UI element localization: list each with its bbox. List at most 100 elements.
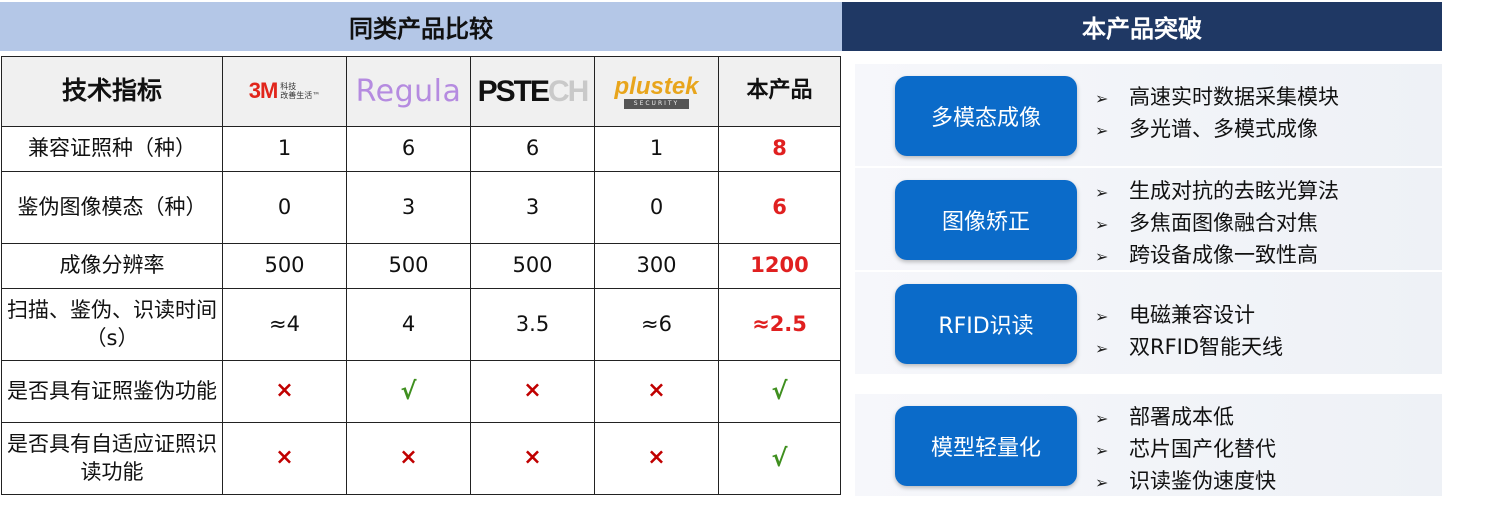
ours-value-cell: √ bbox=[718, 422, 841, 495]
plustek-wordmark: plustek bbox=[614, 73, 699, 101]
feature-pill-rfid-reading: RFID识读 bbox=[895, 284, 1077, 364]
cross-icon: × bbox=[647, 378, 666, 404]
metric-label: 鉴伪图像模态（种） bbox=[17, 194, 207, 219]
value-text: 6 bbox=[401, 136, 416, 161]
value-text: 0 bbox=[277, 194, 292, 219]
feature-bullet-text: 多光谱、多模式成像 bbox=[1129, 117, 1318, 141]
value-text: 0 bbox=[649, 194, 664, 219]
cross-icon: × bbox=[523, 378, 542, 404]
metric-cell: 鉴伪图像模态（种） bbox=[1, 171, 223, 244]
ours-value-cell: 6 bbox=[718, 171, 841, 244]
plustek-value-cell: 300 bbox=[594, 243, 719, 289]
arrow-bullet-icon: ➢ bbox=[1095, 441, 1109, 460]
pstech-bold: PSTE bbox=[477, 75, 550, 108]
cross-icon: × bbox=[399, 445, 418, 471]
breakthrough-title: 本产品突破 bbox=[842, 2, 1442, 51]
arrow-bullet-icon: ➢ bbox=[1095, 473, 1109, 492]
table-row-time: 扫描、鉴伪、识读时间（s） ≈4 4 3.5 ≈6 ≈2.5 bbox=[1, 288, 841, 361]
check-icon: √ bbox=[771, 376, 788, 405]
feature-bullet-text: 跨设备成像一致性高 bbox=[1129, 243, 1318, 267]
check-icon: √ bbox=[400, 376, 417, 405]
regula-wordmark: Regula bbox=[355, 74, 462, 109]
value-text: 300 bbox=[636, 253, 677, 278]
value-text: 3 bbox=[525, 194, 540, 219]
value-text: 6 bbox=[525, 136, 540, 161]
table-row-anti-fake: 是否具有证照鉴伪功能 × √ × × √ bbox=[1, 360, 841, 423]
arrow-bullet-icon: ➢ bbox=[1095, 121, 1109, 140]
pstech-value-cell: 500 bbox=[470, 243, 595, 289]
3m-value-cell: 0 bbox=[222, 171, 347, 244]
feature-bullet-text: 芯片国产化替代 bbox=[1129, 437, 1276, 461]
plustek-subtitle: SECURITY bbox=[623, 99, 690, 109]
feature-pill-model-lightweight: 模型轻量化 bbox=[895, 406, 1077, 486]
cross-icon: × bbox=[275, 445, 294, 471]
metric-cell: 是否具有证照鉴伪功能 bbox=[1, 360, 223, 423]
cross-icon: × bbox=[523, 445, 542, 471]
feature-bullet-item: ➢ 部署成本低 bbox=[1095, 402, 1276, 434]
feature-bullet-item: ➢ 高速实时数据采集模块 bbox=[1095, 82, 1339, 114]
arrow-bullet-icon: ➢ bbox=[1095, 409, 1109, 428]
feature-block-multimodal-imaging: 多模态成像 ➢ 高速实时数据采集模块 ➢ 多光谱、多模式成像 bbox=[855, 64, 1442, 166]
pstech-value-cell: × bbox=[470, 422, 595, 495]
breakthrough-panel: 多模态成像 ➢ 高速实时数据采集模块 ➢ 多光谱、多模式成像 图像矫正 ➢ 生成对抗的去眩光算… bbox=[855, 56, 1442, 511]
3m-mark: 3M bbox=[248, 78, 279, 104]
feature-bullet-item: ➢ 芯片国产化替代 bbox=[1095, 434, 1276, 466]
value-text: 8 bbox=[772, 136, 787, 161]
feature-bullet-item: ➢ 识读鉴伪速度快 bbox=[1095, 466, 1276, 498]
plustek-value-cell: × bbox=[594, 360, 719, 423]
metric-cell: 兼容证照种（种） bbox=[1, 126, 223, 172]
feature-bullet-item: ➢ 多光谱、多模式成像 bbox=[1095, 114, 1339, 146]
feature-pill-multimodal-imaging: 多模态成像 bbox=[895, 76, 1077, 156]
feature-bullet-text: 多焦面图像融合对焦 bbox=[1129, 211, 1318, 235]
3m-value-cell: 500 bbox=[222, 243, 347, 289]
value-text: 3 bbox=[401, 194, 416, 219]
value-text: 1 bbox=[649, 136, 664, 161]
cross-icon: × bbox=[647, 445, 666, 471]
3m-value-cell: × bbox=[222, 360, 347, 423]
feature-bullet-item: ➢ 双RFID智能天线 bbox=[1095, 332, 1283, 364]
pstech-value-cell: 3.5 bbox=[470, 288, 595, 361]
3m-tag-line2: 改善生活™ bbox=[280, 90, 321, 100]
feature-pill-image-correction: 图像矫正 bbox=[895, 180, 1077, 260]
arrow-bullet-icon: ➢ bbox=[1095, 247, 1109, 266]
feature-block-rfid-reading: RFID识读 ➢ 电磁兼容设计 ➢ 双RFID智能天线 bbox=[855, 272, 1442, 374]
feature-bullets: ➢ 生成对抗的去眩光算法 ➢ 多焦面图像融合对焦 ➢ 跨设备成像一致性高 bbox=[1095, 176, 1339, 272]
3m-value-cell: ≈4 bbox=[222, 288, 347, 361]
brand-plustek-logo: plustek SECURITY bbox=[594, 56, 719, 127]
feature-bullet-text: 部署成本低 bbox=[1129, 405, 1234, 429]
feature-bullet-item: ➢ 生成对抗的去眩光算法 bbox=[1095, 176, 1339, 208]
value-text: ≈6 bbox=[641, 311, 672, 336]
arrow-bullet-icon: ➢ bbox=[1095, 89, 1109, 108]
value-text: ≈4 bbox=[269, 311, 300, 336]
table-row-adaptive: 是否具有自适应证照识读功能 × × × × √ bbox=[1, 422, 841, 495]
ours-column-header: 本产品 bbox=[718, 56, 841, 127]
arrow-bullet-icon: ➢ bbox=[1095, 183, 1109, 202]
regula-value-cell: 3 bbox=[346, 171, 471, 244]
plustek-value-cell: 1 bbox=[594, 126, 719, 172]
pstech-faded: CH bbox=[548, 75, 589, 108]
pstech-value-cell: 6 bbox=[470, 126, 595, 172]
plustek-value-cell: ≈6 bbox=[594, 288, 719, 361]
brand-pstech-logo: PSTECH bbox=[470, 56, 595, 127]
feature-block-image-correction: 图像矫正 ➢ 生成对抗的去眩光算法 ➢ 多焦面图像融合对焦 ➢ 跨设备成像一致性高 bbox=[855, 168, 1442, 270]
arrow-bullet-icon: ➢ bbox=[1095, 307, 1109, 326]
table-header-row: 技术指标 3M 科技 改善生活™ Regula PSTECH plustek S… bbox=[1, 56, 841, 127]
ours-value-cell: √ bbox=[718, 360, 841, 423]
3m-value-cell: × bbox=[222, 422, 347, 495]
ours-value-cell: 8 bbox=[718, 126, 841, 172]
value-text: 4 bbox=[401, 311, 416, 336]
metric-label: 成像分辨率 bbox=[59, 253, 165, 278]
metric-label: 扫描、鉴伪、识读时间（s） bbox=[7, 298, 217, 350]
metric-cell: 扫描、鉴伪、识读时间（s） bbox=[1, 288, 223, 361]
metric-cell: 成像分辨率 bbox=[1, 243, 223, 289]
regula-value-cell: 500 bbox=[346, 243, 471, 289]
plustek-value-cell: 0 bbox=[594, 171, 719, 244]
table-row-compat: 兼容证照种（种） 1 6 6 1 8 bbox=[1, 126, 841, 172]
feature-bullet-text: 识读鉴伪速度快 bbox=[1129, 469, 1276, 493]
value-text: ≈2.5 bbox=[752, 311, 807, 336]
table-row-resolution: 成像分辨率 500 500 500 300 1200 bbox=[1, 243, 841, 289]
3m-value-cell: 1 bbox=[222, 126, 347, 172]
feature-bullets: ➢ 高速实时数据采集模块 ➢ 多光谱、多模式成像 bbox=[1095, 82, 1339, 146]
ours-value-cell: ≈2.5 bbox=[718, 288, 841, 361]
value-text: 500 bbox=[388, 253, 429, 278]
